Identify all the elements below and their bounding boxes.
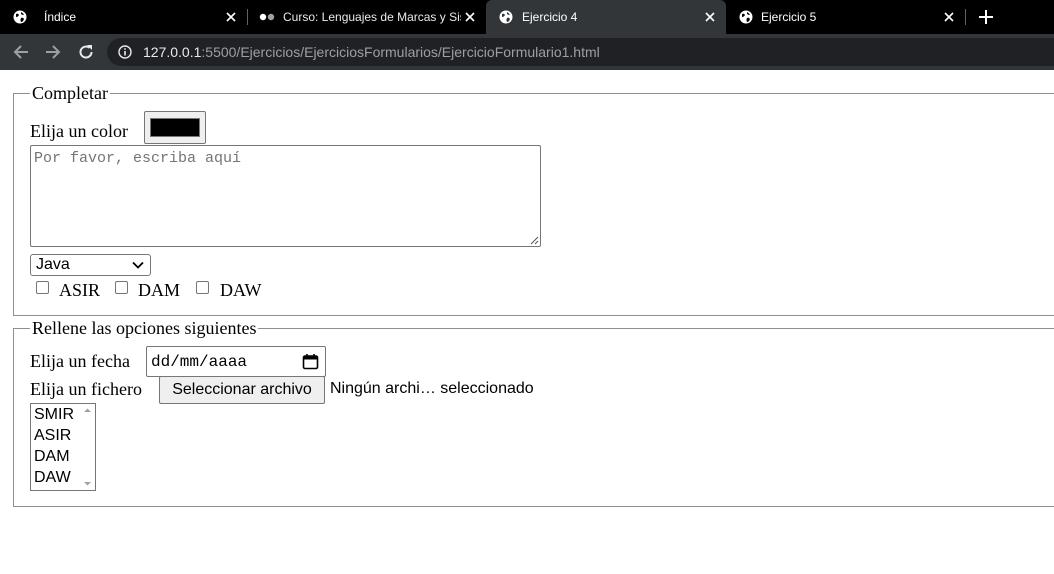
tab-separator bbox=[965, 9, 966, 25]
choose-file-button[interactable]: Seleccionar archivo bbox=[159, 376, 325, 404]
checkbox-label-dam: DAM bbox=[138, 280, 181, 300]
checkbox-asir[interactable] bbox=[36, 281, 49, 294]
close-tab-icon[interactable] bbox=[462, 9, 478, 25]
tab-strip: Índice Curso: Lenguajes de Marcas y Sis … bbox=[0, 0, 1054, 34]
plus-icon bbox=[979, 10, 993, 24]
page-content: Completar Elija un color Por favor, escr… bbox=[0, 70, 1054, 574]
date-placeholder: dd/mm/aaaa bbox=[151, 353, 248, 371]
url-host: 127.0.0.1 bbox=[143, 44, 202, 60]
tab-ejercicio-5[interactable]: Ejercicio 5 bbox=[726, 0, 965, 34]
tab-title: Ejercicio 4 bbox=[522, 10, 578, 24]
info-icon[interactable] bbox=[118, 45, 132, 59]
date-label: Elija un fecha bbox=[30, 351, 130, 371]
address-bar[interactable]: 127.0.0.1:5500/Ejercicios/EjerciciosForm… bbox=[107, 38, 1054, 66]
loading-dots-icon bbox=[259, 13, 275, 21]
file-label: Elija un fichero bbox=[30, 379, 142, 399]
close-tab-icon[interactable] bbox=[702, 9, 718, 25]
fieldset-legend: Rellene las opciones siguientes bbox=[32, 318, 257, 338]
back-button[interactable] bbox=[10, 41, 32, 63]
forward-button[interactable] bbox=[42, 41, 64, 63]
textarea-placeholder: Por favor, escriba aquí bbox=[34, 150, 242, 167]
tab-title: Índice bbox=[44, 10, 77, 24]
color-picker[interactable] bbox=[144, 111, 206, 144]
fieldset-legend: Completar bbox=[32, 83, 108, 103]
color-label: Elija un color bbox=[30, 121, 128, 141]
course-listbox[interactable]: SMIR ASIR DAM DAW bbox=[30, 403, 96, 491]
chevron-down-icon bbox=[132, 261, 144, 269]
globe-icon bbox=[13, 10, 27, 24]
checkbox-label-daw: DAW bbox=[220, 280, 262, 300]
close-tab-icon[interactable] bbox=[223, 9, 239, 25]
comment-textarea[interactable]: Por favor, escriba aquí bbox=[30, 145, 541, 247]
scroll-arrows-icon bbox=[84, 408, 91, 486]
globe-icon bbox=[499, 10, 513, 24]
close-tab-icon[interactable] bbox=[941, 9, 957, 25]
reload-icon bbox=[79, 45, 93, 59]
checkbox-dam[interactable] bbox=[115, 281, 128, 294]
language-select[interactable]: Java bbox=[30, 254, 151, 276]
date-input[interactable]: dd/mm/aaaa bbox=[146, 346, 326, 377]
tab-title: Ejercicio 5 bbox=[761, 10, 817, 24]
arrow-left-icon bbox=[13, 45, 28, 59]
tab-ejercicio-4[interactable]: Ejercicio 4 bbox=[486, 0, 726, 34]
tab-indice[interactable]: Índice bbox=[0, 0, 247, 34]
arrow-right-icon bbox=[46, 45, 61, 59]
calendar-icon[interactable] bbox=[302, 353, 319, 370]
file-status: Ningún archi… seleccionado bbox=[330, 380, 534, 397]
globe-icon bbox=[739, 10, 753, 24]
new-tab-button[interactable] bbox=[975, 7, 997, 27]
listbox-scrollbar[interactable] bbox=[80, 404, 95, 490]
url-text: 127.0.0.1:5500/Ejercicios/EjerciciosForm… bbox=[143, 45, 600, 59]
browser-toolbar: 127.0.0.1:5500/Ejercicios/EjerciciosForm… bbox=[0, 34, 1054, 70]
tab-title: Curso: Lenguajes de Marcas y Sis bbox=[283, 10, 461, 24]
resize-grip-icon[interactable] bbox=[530, 236, 539, 245]
checkbox-daw[interactable] bbox=[196, 281, 209, 294]
url-path: :5500/Ejercicios/EjerciciosFormularios/E… bbox=[201, 44, 600, 60]
select-value: Java bbox=[36, 256, 70, 273]
checkbox-label-asir: ASIR bbox=[59, 280, 101, 300]
tab-curso[interactable]: Curso: Lenguajes de Marcas y Sis bbox=[248, 0, 486, 34]
reload-button[interactable] bbox=[75, 41, 97, 63]
color-swatch bbox=[150, 118, 200, 137]
